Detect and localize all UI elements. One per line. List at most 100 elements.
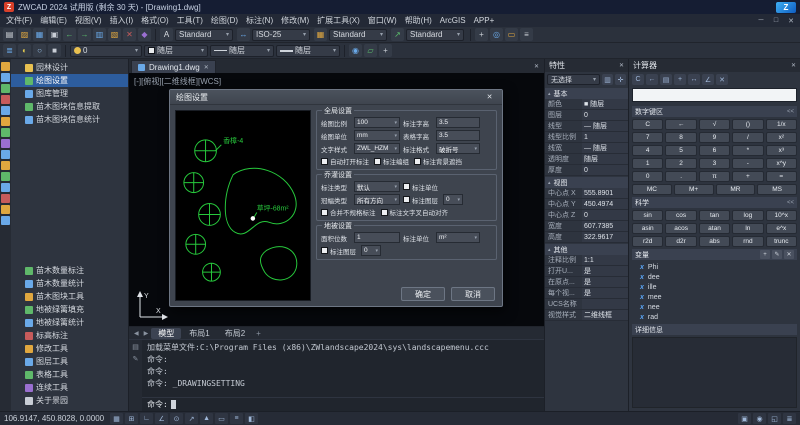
calc-key[interactable]: C xyxy=(632,119,663,130)
dim-background-mask-checkbox[interactable] xyxy=(414,158,421,165)
property-value[interactable]: 607.7385 xyxy=(582,221,628,231)
close-button[interactable]: ✕ xyxy=(784,15,798,26)
tree-item[interactable]: 苗木图块工具 xyxy=(11,290,128,303)
render-icon[interactable]: ≡ xyxy=(520,28,533,41)
calc-sci-key[interactable]: atan xyxy=(699,223,730,234)
lineweight-toggle[interactable]: ≡ xyxy=(230,413,243,424)
property-value[interactable]: 0 xyxy=(582,210,628,220)
calc-key[interactable]: - xyxy=(732,158,763,169)
dim-group-checkbox[interactable] xyxy=(374,158,381,165)
calculator-display[interactable] xyxy=(632,88,797,102)
side-tool-icon[interactable] xyxy=(1,205,10,214)
close-icon[interactable]: ✕ xyxy=(619,62,624,69)
property-value[interactable]: 随层 xyxy=(582,154,628,164)
calc-key[interactable]: 6 xyxy=(699,145,730,156)
dim-layer-checkbox[interactable] xyxy=(403,196,410,203)
snap-toggle[interactable]: ▦ xyxy=(110,413,123,424)
calc-sci-key[interactable]: d2r xyxy=(665,236,696,247)
property-value[interactable]: 是 xyxy=(582,288,628,298)
property-value[interactable]: 1:1 xyxy=(582,255,628,265)
variable-row[interactable]: x dee xyxy=(632,272,797,282)
add-layout-icon[interactable]: + xyxy=(253,329,264,338)
dynamic-ucs-toggle[interactable]: ▲ xyxy=(200,413,213,424)
side-tool-icon[interactable] xyxy=(1,139,10,148)
calc-key[interactable]: 3 xyxy=(699,158,730,169)
calc-memory-key[interactable]: MR xyxy=(716,184,756,195)
section-header-other[interactable]: ▴ 其他 xyxy=(545,244,628,255)
undo-icon[interactable]: ← xyxy=(63,28,76,41)
side-tool-icon[interactable] xyxy=(1,106,10,115)
draw-unit-select[interactable]: mm▾ xyxy=(354,130,400,141)
paste-icon[interactable]: ▧ xyxy=(108,28,121,41)
match-properties-icon[interactable]: ◉ xyxy=(349,44,362,57)
dim-type-select[interactable]: 默认▾ xyxy=(354,181,400,192)
text-style-combo[interactable]: Standard ▾ xyxy=(175,29,233,41)
numpad-section-header[interactable]: 数字键区 << xyxy=(632,106,797,117)
close-icon[interactable]: ✕ xyxy=(483,92,496,103)
calc-key[interactable]: = xyxy=(766,171,797,182)
menu-item[interactable]: 视图(V) xyxy=(71,15,106,26)
calc-key[interactable]: 1 xyxy=(632,158,663,169)
calc-memory-key[interactable]: M+ xyxy=(674,184,714,195)
new-variable-icon[interactable]: + xyxy=(760,250,770,259)
linetype-combo[interactable]: 随层 ▾ xyxy=(210,45,274,57)
calc-sci-key[interactable]: rnd xyxy=(732,236,763,247)
dialog-title-bar[interactable]: 绘图设置 ✕ xyxy=(170,90,502,105)
toggle-pin-icon[interactable]: ▥ xyxy=(602,74,613,85)
lineweight-combo[interactable]: 随层 ▾ xyxy=(276,45,340,57)
command-edit-icon[interactable]: ✎ xyxy=(133,355,139,363)
menu-item[interactable]: 插入(I) xyxy=(106,15,138,26)
side-tool-icon[interactable] xyxy=(1,128,10,137)
tree-item[interactable]: 关于景园 xyxy=(11,394,128,407)
clean-screen-icon[interactable]: ◱ xyxy=(768,413,781,424)
layer-manager-icon[interactable]: ≣ xyxy=(3,44,16,57)
section-header-view[interactable]: ▴ 视图 xyxy=(545,177,628,188)
restore-button[interactable]: □ xyxy=(769,15,783,26)
property-value[interactable]: 是 xyxy=(582,277,628,287)
variable-row[interactable]: x Phi xyxy=(632,262,797,272)
calc-key[interactable]: x^y xyxy=(766,158,797,169)
viewport-controls-label[interactable]: [-][俯视][二维线框][WCS] xyxy=(134,76,221,87)
menu-item[interactable]: 工具(T) xyxy=(173,15,207,26)
property-value[interactable]: 是 xyxy=(582,266,628,276)
calc-key[interactable]: + xyxy=(732,171,763,182)
details-section-header[interactable]: 详细信息 xyxy=(632,324,797,335)
isolate-icon[interactable]: ▱ xyxy=(364,44,377,57)
layer-combo[interactable]: 0 ▾ xyxy=(70,45,142,57)
intersection-icon[interactable]: ✕ xyxy=(716,74,728,85)
text-style-select[interactable]: ZWL_HZM▾ xyxy=(354,143,400,154)
menu-item[interactable]: 扩展工具(X) xyxy=(313,15,364,26)
calc-key[interactable]: ← xyxy=(665,119,696,130)
tree-item[interactable]: 苗木数量统计 xyxy=(11,277,128,290)
calc-sci-key[interactable]: abs xyxy=(699,236,730,247)
edit-variable-icon[interactable]: ✎ xyxy=(772,250,782,259)
calc-sci-key[interactable]: ln xyxy=(732,223,763,234)
calc-key[interactable]: 9 xyxy=(699,132,730,143)
tree-item[interactable]: 表格工具 xyxy=(11,368,128,381)
merge-irregular-checkbox[interactable] xyxy=(321,209,328,216)
close-icon[interactable]: ✕ xyxy=(534,63,539,70)
calc-memory-key[interactable]: MC xyxy=(632,184,672,195)
close-icon[interactable]: ✕ xyxy=(204,64,209,71)
prev-layout-icon[interactable]: ◀ xyxy=(132,330,141,337)
quick-select-icon[interactable]: ✛ xyxy=(615,74,626,85)
calc-sci-key[interactable]: asin xyxy=(632,223,663,234)
side-tool-icon[interactable] xyxy=(1,117,10,126)
property-value[interactable]: 1 xyxy=(582,132,628,142)
command-input[interactable]: 命令: xyxy=(142,397,544,411)
calc-key[interactable]: √ xyxy=(699,119,730,130)
property-value[interactable] xyxy=(582,299,628,309)
clear-icon[interactable]: C xyxy=(632,74,644,85)
area-unit-select[interactable]: m²▾ xyxy=(436,232,480,243)
calc-key[interactable]: * xyxy=(732,145,763,156)
property-value[interactable]: 555.8901 xyxy=(582,188,628,198)
polar-toggle[interactable]: ∠ xyxy=(155,413,168,424)
delete-variable-icon[interactable]: ✕ xyxy=(784,250,794,259)
grid-toggle[interactable]: ⊞ xyxy=(125,413,138,424)
clear-history-icon[interactable]: ← xyxy=(646,74,658,85)
menu-item[interactable]: 修改(M) xyxy=(277,15,313,26)
ok-button[interactable]: 确定 xyxy=(401,287,445,301)
get-coordinates-icon[interactable]: + xyxy=(674,74,686,85)
dynamic-input-toggle[interactable]: ▭ xyxy=(215,413,228,424)
zoom-icon[interactable]: ◎ xyxy=(490,28,503,41)
